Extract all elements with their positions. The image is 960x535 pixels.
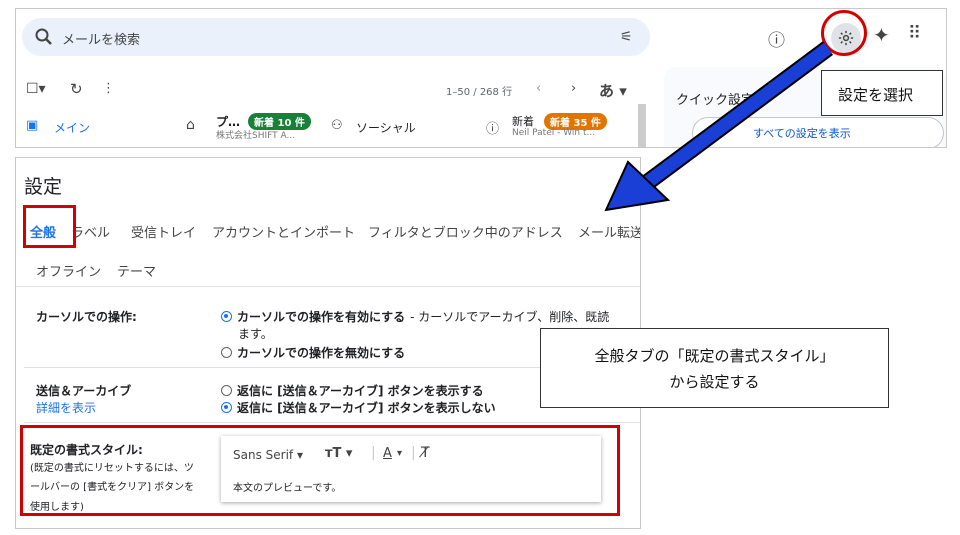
blue-arrow bbox=[604, 41, 834, 212]
